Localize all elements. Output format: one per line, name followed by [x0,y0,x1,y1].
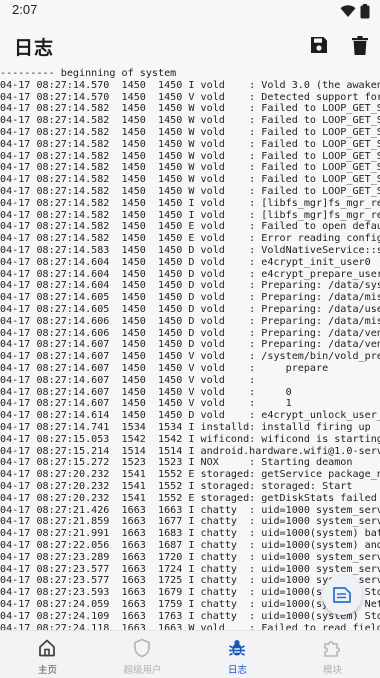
log-line: 04-17 08:27:14.607 1450 1450 V vold : /s… [0,351,380,363]
log-line: 04-17 08:27:14.582 1450 1450 E vold : Fa… [0,221,380,233]
log-line: 04-17 08:27:14.604 1450 1450 D vold : Pr… [0,280,380,292]
puzzle-icon [324,640,341,657]
log-line: 04-17 08:27:20.232 1541 1552 E storaged:… [0,469,380,481]
log-line: 04-17 08:27:21.426 1663 1663 I chatty : … [0,504,380,516]
nav-superuser-label: 超级用户 [123,665,162,676]
nav-home-label: 主页 [37,665,57,676]
log-view[interactable]: --------- beginning of system 04-17 08:2… [0,68,380,630]
log-line: 04-17 08:27:14.607 1450 1450 D vold : Pr… [0,339,380,351]
log-line: 04-17 08:27:14.607 1450 1450 V vold : [0,374,256,386]
nav-modules-label: 模块 [322,665,342,676]
log-line: 04-17 08:27:14.614 1450 1450 D vold : e4… [0,410,380,422]
log-line: 04-17 08:27:14.582 1450 1450 W vold : Fa… [0,127,380,138]
log-line: 04-17 08:27:23.577 1663 1724 I chatty : … [0,563,380,575]
log-line: 04-17 08:27:14.604 1450 1450 D vold : e4… [0,256,371,268]
wifi-icon [340,5,356,17]
log-line: 04-17 08:27:14.605 1450 1450 D vold : Pr… [0,292,380,304]
log-line: 04-17 08:27:14.570 1450 1450 I vold : Vo… [0,79,380,91]
log-line: 04-17 08:27:14.607 1450 1450 V vold : 0 [0,386,292,398]
log-line: 04-17 08:27:14.582 1450 1450 W vold : Fa… [0,186,380,197]
log-line: 04-17 08:27:14.582 1450 1450 I vold : [l… [0,209,380,221]
page-title: 日志 [14,37,55,59]
bug-icon [229,640,245,656]
delete-button[interactable] [348,33,372,57]
log-line: 04-17 08:27:20.232 1541 1552 I storaged:… [0,481,353,492]
log-line: 04-17 08:27:23.289 1663 1720 I chatty : … [0,551,380,563]
log-line: 04-17 08:27:14.582 1450 1450 W vold : Fa… [0,150,380,162]
status-bar: 2:07 [0,0,380,22]
log-header: --------- beginning of system [0,68,177,79]
nav-log-label: 日志 [227,665,247,676]
save-icon [311,37,327,53]
nav-superuser[interactable]: 超级用户 [95,631,190,678]
bottom-navigation: 主页 超级用户 日志 模块 [0,630,380,678]
log-line: 04-17 08:27:14.606 1450 1450 D vold : Pr… [0,327,380,339]
delete-icon [352,35,368,55]
log-line: 04-17 08:27:14.741 1534 1534 I installd:… [0,422,371,433]
log-line: 04-17 08:27:14.570 1450 1450 V vold : De… [0,91,380,103]
log-line: 04-17 08:27:14.582 1450 1450 W vold : Fa… [0,138,380,150]
log-line: 04-17 08:27:14.606 1450 1450 D vold : Pr… [0,315,380,327]
log-line: 04-17 08:27:24.118 1663 1663 W vold : Fa… [0,622,380,630]
log-line: 04-17 08:27:21.859 1663 1677 I chatty : … [0,516,380,528]
log-line: 04-17 08:27:22.056 1663 1687 I chatty : … [0,540,380,551]
log-line: 04-17 08:27:20.232 1541 1552 E storaged:… [0,492,377,504]
log-line: 04-17 08:27:14.607 1450 1450 V vold : pr… [0,363,329,374]
status-time: 2:07 [12,2,38,17]
status-icons [340,3,370,19]
log-line: 04-17 08:27:14.582 1450 1450 W vold : Fa… [0,162,380,174]
document-icon [333,587,351,603]
log-line: 04-17 08:27:14.582 1450 1450 W vold : Fa… [0,115,380,127]
log-line: 04-17 08:27:14.605 1450 1450 D vold : Pr… [0,304,380,315]
log-line: 04-17 08:27:14.607 1450 1450 V vold : 1 [0,398,292,410]
log-line: 04-17 08:27:15.053 1542 1542 I wificond:… [0,433,380,445]
log-line: 04-17 08:27:15.214 1514 1514 I android.h… [0,445,380,457]
log-line: 04-17 08:27:21.991 1663 1683 I chatty : … [0,528,380,540]
log-line: 04-17 08:27:24.109 1663 1763 I chatty : … [0,610,380,622]
log-line: 04-17 08:27:14.582 1450 1450 I vold : [l… [0,197,380,209]
nav-modules[interactable]: 模块 [285,631,380,678]
nav-log[interactable]: 日志 [190,631,285,678]
log-line: 04-17 08:27:14.582 1450 1450 W vold : Fa… [0,174,380,186]
log-line: 04-17 08:27:14.604 1450 1450 D vold : e4… [0,268,380,280]
home-icon [39,639,55,657]
log-line: 04-17 08:27:14.582 1450 1450 E vold : Er… [0,233,380,245]
export-log-button[interactable] [322,575,362,615]
log-line: 04-17 08:27:14.582 1450 1450 W vold : Fa… [0,103,380,115]
save-button[interactable] [307,33,331,57]
shield-icon [134,638,150,658]
app-bar: 日志 [0,22,380,68]
nav-home[interactable]: 主页 [0,631,95,678]
battery-icon [360,3,370,18]
log-line: 04-17 08:27:14.583 1450 1450 D vold : Vo… [0,245,380,256]
log-line: 04-17 08:27:15.272 1523 1523 I NOX : Sta… [0,457,353,469]
